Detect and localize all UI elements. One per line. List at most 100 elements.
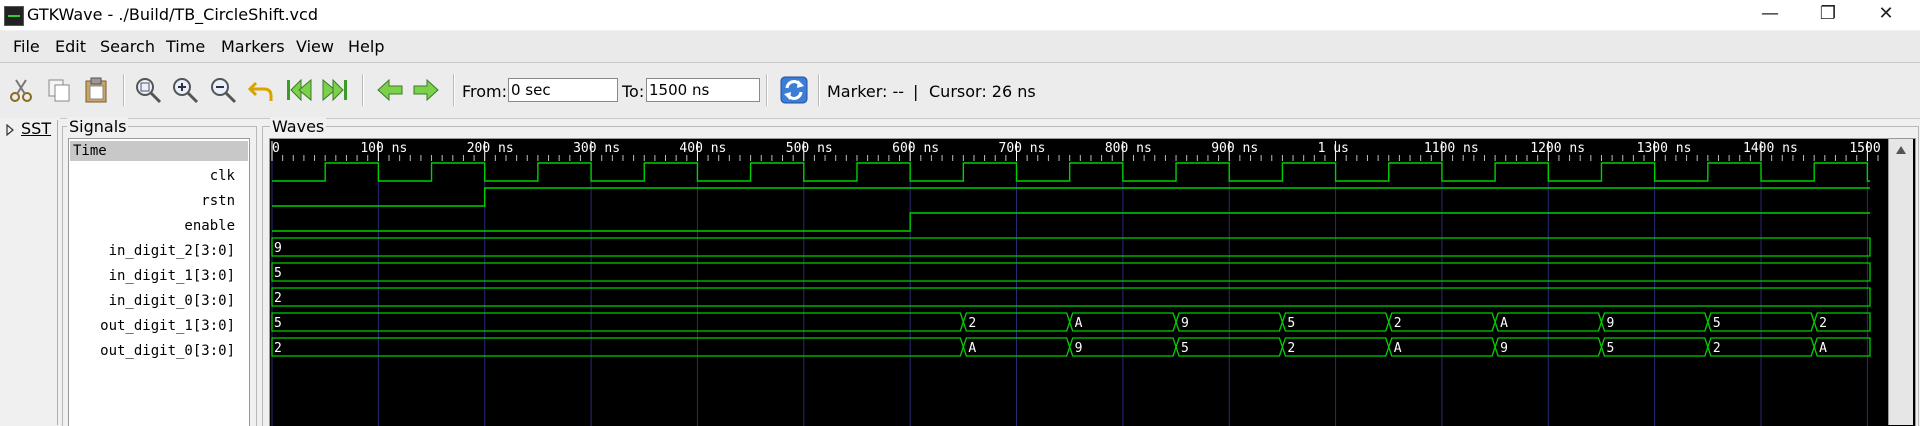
- out_digit_0-bus-value: 2: [1287, 341, 1295, 356]
- title-bar: GTKWave - ./Build/TB_CircleShift.vcd — ❐…: [0, 0, 1920, 30]
- signals-pane-title: Signals: [67, 117, 129, 136]
- from-label: From:: [462, 82, 508, 101]
- in_digit_0-bus-segment: [271, 287, 1871, 307]
- out_digit_1-bus-value: A: [1075, 316, 1083, 331]
- out_digit_1-bus-value: 9: [1181, 316, 1189, 331]
- out_digit_1-bus-value: 5: [1287, 316, 1295, 331]
- waveform-viewer[interactable]: 0 100 ns 200 ns 300 ns 400 ns 500 ns 600 ns 700…: [269, 138, 1916, 426]
- out_digit_0-bus-value: 2: [274, 341, 282, 356]
- out_digit_1-bus-segment: [271, 312, 965, 332]
- menu-edit[interactable]: Edit: [55, 37, 86, 56]
- ruler-tick-label: 1500: [1849, 141, 1880, 156]
- zoom-fit-icon[interactable]: [133, 75, 163, 105]
- signal-in-digit-0[interactable]: in_digit_0[3:0]: [109, 293, 235, 309]
- reload-icon[interactable]: [779, 75, 809, 105]
- menu-time[interactable]: Time: [166, 37, 205, 56]
- copy-icon[interactable]: [44, 75, 74, 105]
- next-edge-icon[interactable]: [411, 75, 441, 105]
- menu-file[interactable]: File: [13, 37, 40, 56]
- signal-clk[interactable]: clk: [210, 168, 235, 184]
- menu-search[interactable]: Search: [100, 37, 155, 56]
- in_digit_1-bus-value: 5: [274, 266, 282, 281]
- gtkwave-app-icon: [4, 6, 24, 26]
- out_digit_0-bus-value: A: [1819, 341, 1827, 356]
- in_digit_1-bus-segment: [271, 262, 1871, 282]
- undo-zoom-icon[interactable]: [246, 75, 276, 105]
- out_digit_1-bus-value: 5: [1713, 316, 1721, 331]
- menu-bar: File Edit Search Time Markers View Help: [0, 31, 1920, 63]
- jump-end-icon[interactable]: [320, 75, 350, 105]
- sst-label[interactable]: SST: [21, 119, 51, 138]
- toolbar-separator: [766, 74, 768, 106]
- ruler-tick-label: 900 ns: [1211, 141, 1258, 156]
- waves-vertical-scrollbar[interactable]: [1888, 139, 1913, 425]
- menu-help[interactable]: Help: [348, 37, 384, 56]
- ruler-tick-label: 1400 ns: [1743, 141, 1798, 156]
- rstn-waveform: [272, 187, 1870, 207]
- signal-in-digit-2[interactable]: in_digit_2[3:0]: [109, 243, 235, 259]
- signal-out-digit-0[interactable]: out_digit_0[3:0]: [100, 343, 235, 359]
- out_digit_0-bus-segment: [271, 337, 965, 357]
- restore-button[interactable]: ❐: [1799, 0, 1857, 30]
- marker-readout: Marker: --: [827, 82, 905, 101]
- ruler-tick-label: 1 us: [1318, 141, 1349, 156]
- expand-triangle-icon[interactable]: [5, 124, 15, 136]
- out_digit_0-bus-value: A: [968, 341, 976, 356]
- ruler-tick-label: 600 ns: [892, 141, 939, 156]
- ruler-tick-label: 500 ns: [786, 141, 833, 156]
- clk-waveform: [272, 162, 1870, 182]
- from-time-input[interactable]: [508, 78, 618, 102]
- sst-pane: SST: [0, 118, 60, 425]
- out_digit_1-bus-value: 5: [274, 316, 282, 331]
- toolbar-separator: [123, 74, 125, 106]
- out_digit_0-bus-value: 9: [1500, 341, 1508, 356]
- to-label: To:: [622, 82, 645, 101]
- signal-in-digit-1[interactable]: in_digit_1[3:0]: [109, 268, 235, 284]
- ruler-tick-label: 300 ns: [573, 141, 620, 156]
- zoom-out-icon[interactable]: [208, 75, 238, 105]
- signals-time-header: Time: [70, 141, 248, 161]
- jump-start-icon[interactable]: [284, 75, 314, 105]
- ruler-tick-label: 0: [272, 141, 280, 156]
- ruler-tick-label: 1200 ns: [1530, 141, 1585, 156]
- close-button[interactable]: ✕: [1857, 0, 1915, 30]
- ruler-tick-label: 700 ns: [999, 141, 1046, 156]
- menu-view[interactable]: View: [296, 37, 334, 56]
- ruler-tick-label: 400 ns: [679, 141, 726, 156]
- out_digit_0-bus-value: 2: [1713, 341, 1721, 356]
- to-time-input[interactable]: [646, 78, 760, 102]
- cut-icon[interactable]: [6, 75, 36, 105]
- enable-waveform: [272, 212, 1870, 232]
- window-title: GTKWave - ./Build/TB_CircleShift.vcd: [27, 5, 318, 24]
- signal-rstn[interactable]: rstn: [201, 193, 235, 209]
- out_digit_0-bus-value: A: [1394, 341, 1402, 356]
- in_digit_2-bus-value: 9: [274, 241, 282, 256]
- ruler-tick-label: 100 ns: [360, 141, 407, 156]
- out_digit_0-bus-value: 5: [1181, 341, 1189, 356]
- toolbar-separator: [818, 74, 820, 106]
- signal-out-digit-1[interactable]: out_digit_1[3:0]: [100, 318, 235, 334]
- waves-pane-title: Waves: [270, 117, 327, 136]
- scroll-up-arrow-icon[interactable]: [1895, 145, 1907, 155]
- in_digit_0-bus-value: 2: [274, 291, 282, 306]
- waveform-canvas[interactable]: 0 100 ns 200 ns 300 ns 400 ns 500 ns 600 ns 700…: [270, 139, 1888, 426]
- signal-enable[interactable]: enable: [184, 218, 235, 234]
- signals-list: Time clk rstn enable in_digit_2[3:0] in_…: [68, 138, 250, 426]
- out_digit_1-bus-value: 9: [1606, 316, 1614, 331]
- cursor-readout: Cursor: 26 ns: [929, 82, 1036, 101]
- toolbar-separator: [362, 74, 364, 106]
- in_digit_2-bus-segment: [271, 237, 1871, 257]
- zoom-in-icon[interactable]: [170, 75, 200, 105]
- ruler-tick-label: 1300 ns: [1637, 141, 1692, 156]
- menu-markers[interactable]: Markers: [221, 37, 285, 56]
- minimize-button[interactable]: —: [1741, 0, 1799, 30]
- prev-edge-icon[interactable]: [375, 75, 405, 105]
- out_digit_1-bus-value: A: [1500, 316, 1508, 331]
- out_digit_1-bus-value: 2: [968, 316, 976, 331]
- toolbar: From: To: Marker: -- | Cursor: 26 ns: [0, 63, 1920, 119]
- paste-icon[interactable]: [81, 75, 111, 105]
- ruler-tick-label: 800 ns: [1105, 141, 1152, 156]
- ruler-tick-label: 200 ns: [467, 141, 514, 156]
- pane-divider[interactable]: [57, 120, 58, 425]
- out_digit_1-bus-value: 2: [1394, 316, 1402, 331]
